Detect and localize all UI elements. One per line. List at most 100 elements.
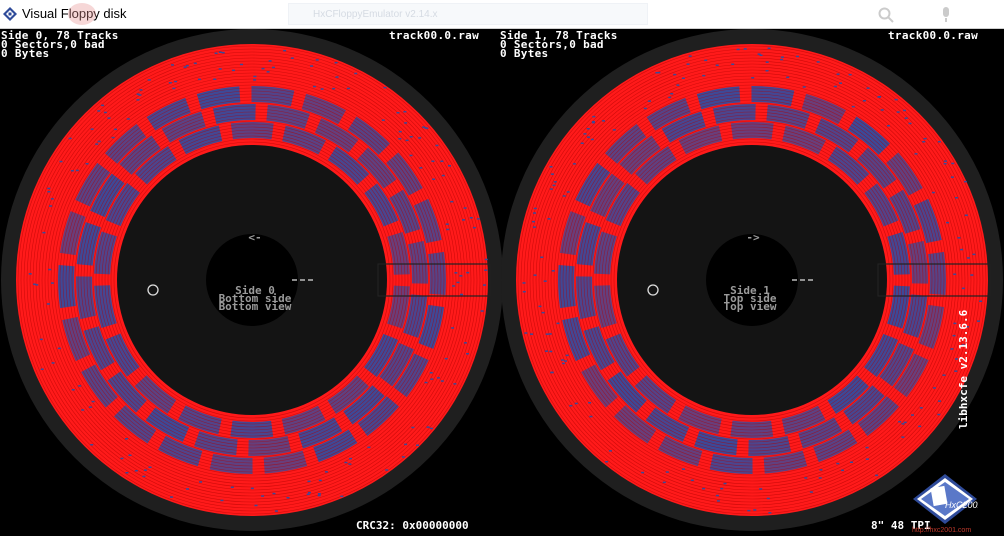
side1-bit-speck	[556, 322, 560, 325]
side0-bit-speck	[35, 284, 39, 286]
side1-bit-speck	[809, 491, 813, 493]
side0-bit-speck	[272, 66, 275, 69]
side1-bit-speck	[786, 76, 790, 79]
library-version: libhxcfe v2.13.6.6	[957, 309, 970, 429]
side1-bit-speck	[766, 497, 770, 500]
side0-bit-speck	[354, 72, 358, 75]
side1-bit-speck	[903, 421, 907, 424]
side1-label-view: Top view	[723, 300, 777, 313]
side0-bit-speck	[441, 174, 445, 177]
side1-bit-speck	[964, 214, 968, 216]
side1-bit-speck	[903, 109, 906, 112]
side1-bit-speck	[681, 77, 685, 79]
side1-bit-speck	[547, 218, 551, 220]
side0-bit-speck	[446, 228, 450, 231]
side0-bit-speck	[125, 472, 129, 474]
side0-bit-speck	[450, 200, 454, 203]
side0-bit-speck	[103, 111, 107, 114]
side1-bit-speck	[572, 163, 576, 165]
side1-bit-speck	[647, 100, 651, 102]
side1-bit-speck	[875, 474, 879, 477]
side1-bit-speck	[540, 256, 544, 258]
side1-bit-speck	[589, 415, 593, 418]
side0-bit-speck	[431, 160, 435, 162]
side0-bit-speck	[183, 66, 187, 68]
side0-bit-speck	[214, 52, 218, 54]
side1-bit-speck	[963, 180, 967, 183]
side0-bit-speck	[409, 136, 413, 138]
side1-bit-speck	[938, 400, 941, 402]
side1-bit-speck	[848, 73, 852, 76]
side1-bit-speck	[673, 73, 677, 76]
side1-bit-speck	[819, 469, 823, 471]
side0-bit-speck	[220, 499, 224, 502]
side0-bit-speck	[426, 426, 430, 428]
side1-bit-speck	[911, 414, 914, 416]
side0-bit-speck	[405, 139, 409, 142]
hxc2001-logo: HxC2001	[913, 474, 978, 524]
side0-bit-speck	[422, 126, 426, 128]
side1-bit-speck	[550, 173, 554, 175]
side1-bit-speck	[592, 120, 595, 123]
side0-bit-speck	[148, 466, 152, 468]
side1-bit-speck	[736, 48, 740, 51]
side1-bit-speck	[967, 257, 970, 259]
side0-bit-speck	[425, 127, 429, 130]
side0-bit-speck	[454, 272, 458, 274]
side1-bit-speck	[665, 471, 669, 473]
side1-bit-speck	[723, 482, 727, 485]
side1-bit-speck	[765, 70, 769, 72]
side0-bit-speck	[290, 57, 294, 59]
side0-bit-speck	[411, 426, 415, 429]
side0-bit-speck	[142, 475, 146, 478]
side1-bit-speck	[552, 184, 556, 187]
microphone-icon	[943, 7, 949, 22]
side0-bit-speck	[42, 231, 46, 234]
side0-bit-speck	[111, 136, 115, 139]
side1-bit-speck	[690, 479, 694, 481]
side0-bit-speck	[315, 59, 319, 61]
side1-bit-speck	[972, 253, 976, 256]
side0-bit-speck	[171, 64, 174, 66]
side0-bit-speck	[398, 130, 402, 133]
side1-bit-speck	[841, 469, 844, 472]
side1-bit-speck	[960, 248, 964, 251]
side1-bit-speck	[524, 332, 528, 334]
side0-bit-speck	[143, 469, 147, 471]
side1-bit-speck	[767, 47, 771, 49]
side0-bit-speck	[97, 140, 101, 143]
side1-bit-speck	[955, 197, 958, 199]
search-icon	[878, 7, 894, 23]
side1-bit-speck	[522, 291, 526, 293]
side0-bit-speck	[101, 104, 105, 107]
side1-bit-speck	[641, 471, 645, 474]
side0-bit-speck	[398, 138, 402, 140]
side0-bit-speck	[381, 119, 385, 121]
side0-bit-speck	[437, 377, 440, 379]
side1-bit-speck	[574, 402, 578, 405]
side0-bit-speck	[313, 85, 316, 88]
side1-bit-speck	[533, 274, 537, 276]
side1-bit-speck	[549, 350, 553, 353]
side1-bit-speck	[533, 207, 537, 210]
side1-bit-speck	[587, 136, 590, 138]
side0-bit-speck	[335, 76, 339, 78]
side1-bit-speck	[833, 85, 837, 88]
side1-bit-speck	[532, 226, 536, 228]
side1-bit-speck	[592, 115, 596, 118]
side1-info-bytes: 0 Bytes	[500, 47, 549, 60]
side0-bit-speck	[250, 487, 254, 490]
side1-bit-speck	[953, 322, 957, 325]
side1-bit-speck	[562, 362, 565, 365]
side0-bit-speck	[46, 303, 50, 305]
side1-bit-speck	[898, 421, 902, 423]
side1-bit-speck	[530, 333, 533, 335]
side0-bit-speck	[469, 217, 473, 219]
side1-bit-speck	[538, 305, 542, 308]
side1-bit-speck	[720, 487, 724, 490]
side1-bit-speck	[952, 334, 956, 337]
side1-bit-speck	[970, 274, 974, 276]
side0-bit-speck	[307, 491, 311, 494]
side0-bit-speck	[68, 137, 72, 140]
side0-bit-speck	[253, 79, 257, 81]
